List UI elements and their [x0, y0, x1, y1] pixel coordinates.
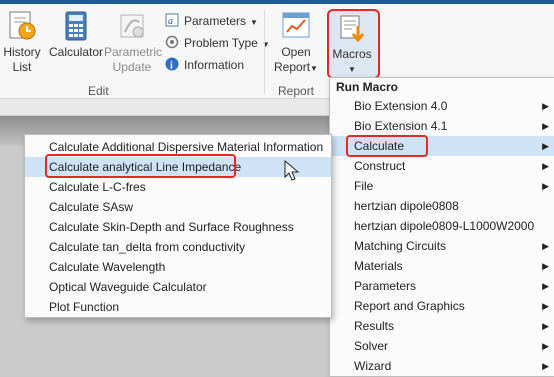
macros-button[interactable]: Macros ▼	[328, 12, 376, 77]
submenu-item-optical-waveguide[interactable]: Optical Waveguide Calculator	[25, 277, 331, 297]
menu-item-matching-circuits[interactable]: Matching Circuits ▶	[330, 236, 554, 256]
calculator-label: Calculator	[48, 45, 104, 59]
group-separator	[264, 10, 265, 94]
submenu-item-plot-function[interactable]: Plot Function	[25, 297, 331, 317]
parametric-update-label-1: Parametric	[104, 45, 163, 59]
parameters-icon: a	[165, 13, 179, 27]
submenu-arrow-icon: ▶	[542, 261, 549, 271]
submenu-item-skin-depth[interactable]: Calculate Skin-Depth and Surface Roughne…	[25, 217, 331, 237]
history-list-label-2: List	[12, 60, 32, 74]
submenu-arrow-icon: ▶	[542, 321, 549, 331]
line-impedance-highlight-box	[45, 154, 236, 178]
menu-item-wizard[interactable]: Wizard ▶	[330, 356, 554, 376]
parameters-label: Parameters	[184, 14, 247, 28]
submenu-arrow-icon: ▶	[542, 141, 549, 151]
history-list-label-1: History	[3, 45, 41, 59]
submenu-arrow-icon: ▶	[542, 121, 549, 131]
report-group-label: Report	[278, 84, 315, 98]
history-icon	[6, 10, 38, 42]
macros-icon	[336, 12, 368, 44]
menu-item-file[interactable]: File ▶	[330, 176, 554, 196]
svg-text:i: i	[170, 61, 173, 72]
parametric-update-button[interactable]: Parametric Update	[104, 10, 163, 75]
submenu-arrow-icon: ▶	[542, 101, 549, 111]
menu-item-bio-extension-4-0[interactable]: Bio Extension 4.0 ▶	[330, 96, 554, 116]
menu-item-bio-extension-4-1[interactable]: Bio Extension 4.1 ▶	[330, 116, 554, 136]
menu-item-materials[interactable]: Materials ▶	[330, 256, 554, 276]
submenu-item-sasw[interactable]: Calculate SAsw	[25, 197, 331, 217]
edit-group-label: Edit	[88, 84, 109, 98]
calculator-icon	[60, 10, 92, 42]
problem-type-label: Problem Type	[184, 36, 258, 50]
submenu-arrow-icon: ▶	[542, 341, 549, 351]
run-macro-menu: Run Macro Bio Extension 4.0 ▶ Bio Extensi…	[329, 77, 554, 377]
parameters-dropdown-icon: ▼	[250, 18, 258, 27]
menu-item-report-and-graphics[interactable]: Report and Graphics ▶	[330, 296, 554, 316]
information-label: Information	[184, 58, 245, 72]
information-button[interactable]: i Information	[165, 56, 244, 74]
mouse-cursor-icon	[284, 160, 300, 181]
menu-item-parameters[interactable]: Parameters ▶	[330, 276, 554, 296]
parametric-update-icon	[116, 10, 148, 42]
menu-item-results[interactable]: Results ▶	[330, 316, 554, 336]
menu-item-hertzian-dipole0809[interactable]: hertzian dipole0809-L1000W2000	[330, 216, 554, 236]
calculate-highlight-box	[346, 135, 428, 157]
history-list-button[interactable]: History List	[2, 10, 42, 75]
open-report-label-1: Open	[281, 45, 311, 59]
submenu-arrow-icon: ▶	[542, 241, 549, 251]
open-report-icon	[280, 10, 312, 42]
submenu-arrow-icon: ▶	[542, 361, 549, 371]
problem-type-button[interactable]: Problem Type ▼	[165, 34, 270, 52]
submenu-item-tan-delta[interactable]: Calculate tan_delta from conductivity	[25, 237, 331, 257]
calculator-button[interactable]: Calculator	[48, 10, 104, 60]
macros-dropdown-icon: ▼	[348, 65, 356, 74]
submenu-arrow-icon: ▶	[542, 301, 549, 311]
macros-label: Macros	[332, 47, 372, 61]
problem-type-icon	[165, 35, 179, 49]
menu-item-solver[interactable]: Solver ▶	[330, 336, 554, 356]
open-report-button[interactable]: Open Report▼	[272, 10, 320, 76]
information-icon: i	[165, 57, 179, 71]
run-macro-header: Run Macro	[336, 80, 399, 94]
submenu-arrow-icon: ▶	[542, 181, 549, 191]
submenu-item-wavelength[interactable]: Calculate Wavelength	[25, 257, 331, 277]
parameters-button[interactable]: a Parameters ▼	[165, 12, 258, 30]
open-report-label-2: Report▼	[274, 60, 318, 74]
menu-item-hertzian-dipole0808[interactable]: hertzian dipole0808	[330, 196, 554, 216]
svg-text:a: a	[168, 16, 173, 27]
menu-item-construct[interactable]: Construct ▶	[330, 156, 554, 176]
submenu-arrow-icon: ▶	[542, 161, 549, 171]
parametric-update-label-2: Update	[112, 60, 152, 74]
submenu-arrow-icon: ▶	[542, 281, 549, 291]
